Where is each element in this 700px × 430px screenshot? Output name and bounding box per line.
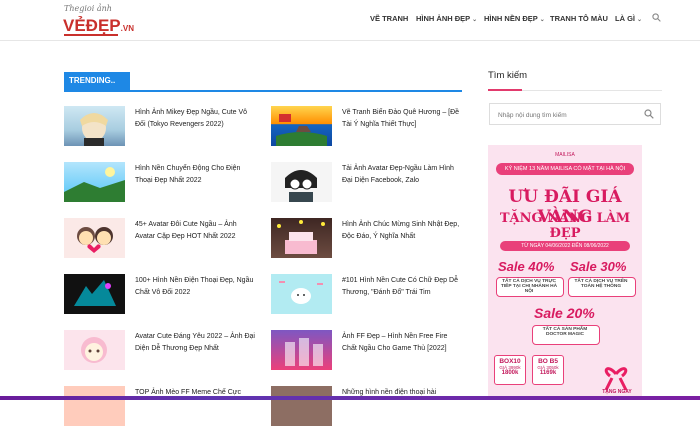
price-name: BO B5	[538, 358, 558, 365]
sidebar-title-accent	[488, 89, 522, 91]
trending-post[interactable]: Hình Ảnh Chúc Mừng Sinh Nhật Đẹp, Độc Đá…	[271, 218, 461, 262]
nav-label: TRANH TÔ MÀU	[550, 14, 608, 23]
logo-suffix: .VN	[120, 24, 134, 33]
nav-item-tranh-to-mau[interactable]: TRANH TÔ MÀU	[550, 14, 608, 23]
nav-item-ve-tranh[interactable]: VẼ TRANH	[370, 14, 408, 23]
nav-item-hinh-nen-dep[interactable]: HÌNH NỀN ĐẸP ⌄	[484, 14, 545, 23]
nav-label: LÀ GÌ	[615, 14, 635, 23]
logo-wordmark-text: VẺĐẸP	[63, 16, 121, 35]
price-value: 1169k	[539, 370, 557, 376]
sidebar-search-title: Tìm kiếm	[488, 70, 528, 81]
ad-date-range: TỪ NGÀY 04/06/2022 ĐẾN 08/06/2022	[500, 241, 630, 251]
trending-post[interactable]: Hình Nền Chuyển Động Cho Điện Thoại Đẹp …	[64, 162, 254, 206]
logo-underline	[64, 34, 118, 36]
nav-label: HÌNH ẢNH ĐẸP	[416, 14, 471, 23]
ad-price-bob5: BO B5 GIÁ 3050k 1169k	[532, 355, 564, 385]
ad-subheadline: TẶNG NÀNG LÀM ĐẸP	[499, 211, 631, 241]
logo-tagline: Thegioi ảnh	[64, 4, 112, 13]
post-thumbnail[interactable]	[64, 330, 125, 370]
ad-sale-40: Sale 40%	[498, 259, 555, 274]
post-thumbnail[interactable]	[271, 106, 332, 146]
sidebar-search-input[interactable]	[490, 104, 650, 126]
post-thumbnail[interactable]	[64, 106, 125, 146]
site-logo[interactable]: Thegioi ảnh VẺĐẸP.VN	[60, 4, 134, 38]
post-thumbnail[interactable]	[64, 274, 125, 314]
sidebar-ad-banner[interactable]: MAILISA KỶ NIỆM 13 NĂM MAILISA CÓ MẶT TẠ…	[488, 145, 642, 400]
post-thumbnail[interactable]	[271, 162, 332, 202]
trending-post[interactable]: 45+ Avatar Đôi Cute Ngầu – Ảnh Avatar Cặ…	[64, 218, 254, 262]
nav-item-hinh-anh-dep[interactable]: HÌNH ẢNH ĐẸP ⌄	[416, 14, 477, 23]
post-thumbnail[interactable]	[271, 330, 332, 370]
post-title[interactable]: Avatar Cute Đáng Yêu 2022 – Ảnh Đại Diện…	[135, 331, 255, 355]
ad-sale-40-text: TẤT CẢ DỊCH VỤ TRỰC TIẾP TẠI CHI NHÁNH H…	[500, 279, 558, 294]
trending-post[interactable]: Tải Ảnh Avatar Đẹp-Ngầu Làm Hình Đại Diệ…	[271, 162, 461, 206]
ad-sale-20: Sale 20%	[534, 305, 595, 321]
post-title[interactable]: Hình Ảnh Mikey Đẹp Ngầu, Cute Vô Đối (To…	[135, 107, 255, 131]
post-title[interactable]: Hình Nền Chuyển Động Cho Điện Thoại Đẹp …	[135, 163, 255, 187]
chevron-down-icon: ⌄	[472, 17, 478, 23]
price-value: 1800k	[501, 370, 519, 376]
chevron-down-icon: ⌄	[637, 17, 643, 23]
ad-sale-20-text: TẤT CẢ SẢN PHẨM DOCTOR MAGIC	[542, 327, 588, 337]
trending-post[interactable]: Hình Ảnh Mikey Đẹp Ngầu, Cute Vô Đối (To…	[64, 106, 254, 150]
trending-header: TRENDING..	[64, 72, 462, 92]
post-title[interactable]: Ảnh FF Đẹp – Hình Nền Free Fire Chất Ngầ…	[342, 331, 462, 355]
post-thumbnail[interactable]	[64, 218, 125, 258]
trending-post[interactable]: #101 Hình Nền Cute Có Chữ Đẹp Dễ Thương,…	[271, 274, 461, 318]
trending-post[interactable]: 100+ Hình Nền Điện Thoại Đẹp, Ngầu Chất …	[64, 274, 254, 318]
price-name: BOX10	[499, 358, 521, 365]
post-thumbnail[interactable]	[271, 218, 332, 258]
trending-post[interactable]: Avatar Cute Đáng Yêu 2022 – Ảnh Đại Diện…	[64, 330, 255, 374]
post-thumbnail[interactable]	[64, 386, 125, 426]
post-title[interactable]: 100+ Hình Nền Điện Thoại Đẹp, Ngầu Chất …	[135, 275, 255, 299]
trending-post[interactable]: Ảnh FF Đẹp – Hình Nền Free Fire Chất Ngầ…	[271, 330, 461, 374]
ad-price-box10: BOX10 GIÁ 3990k 1800k	[494, 355, 526, 385]
post-title[interactable]: Hình Ảnh Chúc Mừng Sinh Nhật Đẹp, Độc Đá…	[342, 219, 462, 243]
search-icon[interactable]	[644, 109, 654, 119]
ad-brand: MAILISA	[555, 152, 575, 158]
post-title[interactable]: 45+ Avatar Đôi Cute Ngầu – Ảnh Avatar Cặ…	[135, 219, 255, 243]
ad-sale-30: Sale 30%	[570, 259, 627, 274]
trending-label: TRENDING..	[64, 72, 130, 90]
trending-post[interactable]: Vẽ Tranh Biển Đảo Quê Hương – [Đề Tài Ý …	[271, 106, 461, 150]
nav-label: HÌNH NỀN ĐẸP	[484, 14, 538, 23]
trending-post[interactable]: TOP Ảnh Mèo FF Meme Chế Cực	[64, 386, 254, 430]
search-icon[interactable]	[652, 13, 661, 22]
nav-item-la-gi[interactable]: LÀ GÌ ⌄	[615, 14, 642, 23]
post-thumbnail[interactable]	[64, 162, 125, 202]
post-thumbnail[interactable]	[271, 274, 332, 314]
sidebar-search-box	[489, 103, 661, 126]
ad-sale-30-text: TẤT CẢ DỊCH VỤ TRÊN TOÀN HỆ THỐNG	[574, 279, 628, 289]
post-title[interactable]: Tải Ảnh Avatar Đẹp-Ngầu Làm Hình Đại Diệ…	[342, 163, 462, 187]
post-title[interactable]: Vẽ Tranh Biển Đảo Quê Hương – [Đề Tài Ý …	[342, 107, 462, 131]
bottom-bar	[0, 396, 700, 400]
nav-label: VẼ TRANH	[370, 14, 409, 23]
post-thumbnail[interactable]	[271, 386, 332, 426]
ad-ribbon-text: KỶ NIỆM 13 NĂM MAILISA CÓ MẶT TẠI HÀ NỘI	[504, 166, 626, 172]
post-title[interactable]: #101 Hình Nền Cute Có Chữ Đẹp Dễ Thương,…	[342, 275, 462, 299]
site-header: Thegioi ảnh VẺĐẸP.VN VẼ TRANH HÌNH ẢNH Đ…	[0, 0, 700, 41]
logo-wordmark: VẺĐẸP.VN	[63, 16, 134, 36]
ad-gift-label: TẶNG NGAY	[602, 389, 632, 395]
chevron-down-icon: ⌄	[539, 17, 545, 23]
trending-post[interactable]: Những hình nền điện thoại hài	[271, 386, 461, 430]
